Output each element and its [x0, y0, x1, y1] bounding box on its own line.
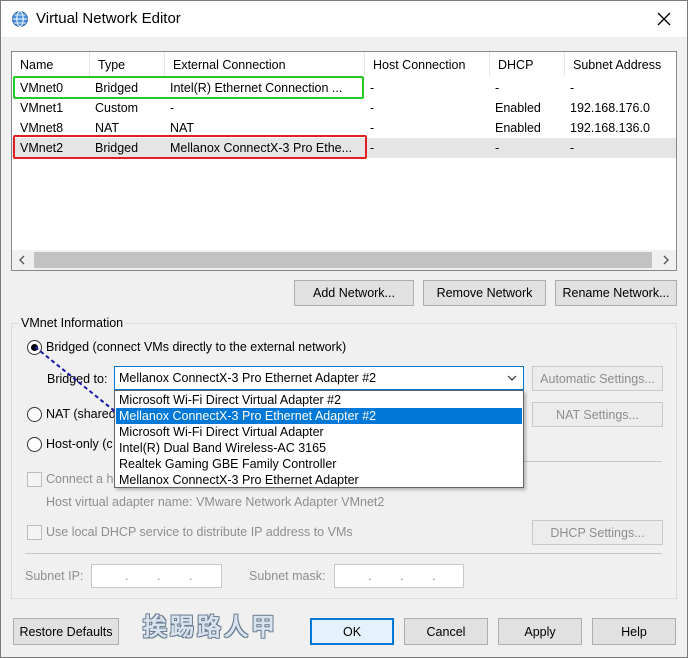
dropdown-option[interactable]: Mellanox ConnectX-3 Pro Ethernet Adapter [116, 472, 522, 488]
ip-dot: . [189, 569, 193, 583]
host-adapter-label: Host virtual adapter name: VMware Networ… [46, 495, 385, 509]
add-network-button[interactable]: Add Network... [294, 280, 414, 306]
apply-button[interactable]: Apply [498, 618, 582, 645]
ok-button[interactable]: OK [310, 618, 394, 645]
dropdown-option-selected[interactable]: Mellanox ConnectX-3 Pro Ethernet Adapter… [116, 408, 522, 424]
scroll-left-icon[interactable] [12, 250, 32, 270]
cell-type: Custom [95, 101, 139, 115]
column-header-name[interactable]: Name [12, 52, 90, 76]
cell-subnet: - [570, 141, 575, 155]
rename-network-button[interactable]: Rename Network... [555, 280, 677, 306]
remove-network-button[interactable]: Remove Network [423, 280, 546, 306]
subnet-ip-label: Subnet IP: [25, 569, 84, 583]
connect-host-checkbox[interactable] [27, 472, 42, 487]
column-header-dhcp[interactable]: DHCP [490, 52, 565, 76]
ip-dot: . [157, 569, 161, 583]
table-row[interactable]: VMnet1 Custom - - Enabled 192.168.176.0 [12, 98, 676, 118]
virtual-network-editor-window: Virtual Network Editor Name Type Externa… [0, 0, 688, 658]
host-only-radio[interactable] [27, 437, 42, 452]
highlight-vmnet0 [13, 76, 364, 99]
horizontal-scrollbar[interactable] [12, 250, 676, 270]
cell-host: - [370, 81, 375, 95]
cell-name: VMnet1 [20, 101, 64, 115]
dropdown-option[interactable]: Microsoft Wi-Fi Direct Virtual Adapter #… [116, 392, 522, 408]
watermark: 挨踢路人甲 [143, 612, 278, 641]
restore-defaults-button[interactable]: Restore Defaults [13, 618, 119, 645]
column-header-host[interactable]: Host Connection [365, 52, 490, 76]
chevron-down-icon [504, 370, 520, 386]
subnet-ip-input[interactable]: . . . [91, 564, 222, 588]
dropdown-option[interactable]: Intel(R) Dual Band Wireless-AC 3165 [116, 440, 522, 456]
title-bar: Virtual Network Editor [1, 1, 687, 37]
close-button[interactable] [641, 1, 687, 37]
scroll-right-icon[interactable] [656, 250, 676, 270]
cell-dhcp: - [495, 141, 500, 155]
bridged-to-select[interactable]: Mellanox ConnectX-3 Pro Ethernet Adapter… [114, 366, 524, 390]
group-label: VMnet Information [19, 316, 126, 330]
adapter-dropdown-list[interactable]: Microsoft Wi-Fi Direct Virtual Adapter #… [114, 390, 524, 488]
cell-subnet: 192.168.176.0 [570, 101, 650, 115]
cell-external: - [170, 101, 175, 115]
ip-dot: . [125, 569, 129, 583]
window-title: Virtual Network Editor [36, 10, 181, 27]
dropdown-option[interactable]: Microsoft Wi-Fi Direct Virtual Adapter [116, 424, 522, 440]
subnet-mask-label: Subnet mask: [249, 569, 326, 583]
cell-host: - [370, 141, 375, 155]
nat-settings-button[interactable]: NAT Settings... [532, 402, 663, 427]
subnet-mask-input[interactable]: . . . [334, 564, 464, 588]
cell-subnet: - [570, 81, 575, 95]
ip-dot: . [400, 569, 404, 583]
annotation-dashed-line [34, 346, 118, 414]
scroll-thumb[interactable] [34, 252, 652, 268]
separator [25, 553, 662, 554]
cell-host: - [370, 121, 375, 135]
host-only-label: Host-only (c [46, 437, 113, 451]
ip-dot: . [432, 569, 436, 583]
cell-dhcp: - [495, 81, 500, 95]
selected-adapter: Mellanox ConnectX-3 Pro Ethernet Adapter… [119, 371, 377, 385]
automatic-settings-button[interactable]: Automatic Settings... [532, 366, 663, 391]
column-header-subnet[interactable]: Subnet Address [565, 52, 676, 76]
dhcp-checkbox[interactable] [27, 525, 42, 540]
dropdown-option[interactable]: Realtek Gaming GBE Family Controller [116, 456, 522, 472]
column-header-external[interactable]: External Connection [165, 52, 365, 76]
separator [524, 461, 662, 462]
cell-host: - [370, 101, 375, 115]
connect-host-label: Connect a h [46, 472, 114, 486]
cell-subnet: 192.168.136.0 [570, 121, 650, 135]
close-icon [657, 12, 671, 26]
dhcp-settings-button[interactable]: DHCP Settings... [532, 520, 663, 545]
dhcp-label: Use local DHCP service to distribute IP … [46, 525, 353, 539]
cell-dhcp: Enabled [495, 121, 541, 135]
globe-icon [12, 11, 28, 27]
cell-dhcp: Enabled [495, 101, 541, 115]
help-button[interactable]: Help [592, 618, 676, 645]
cancel-button[interactable]: Cancel [404, 618, 488, 645]
highlight-vmnet2 [13, 135, 367, 159]
column-header-type[interactable]: Type [90, 52, 165, 76]
ip-dot: . [368, 569, 372, 583]
